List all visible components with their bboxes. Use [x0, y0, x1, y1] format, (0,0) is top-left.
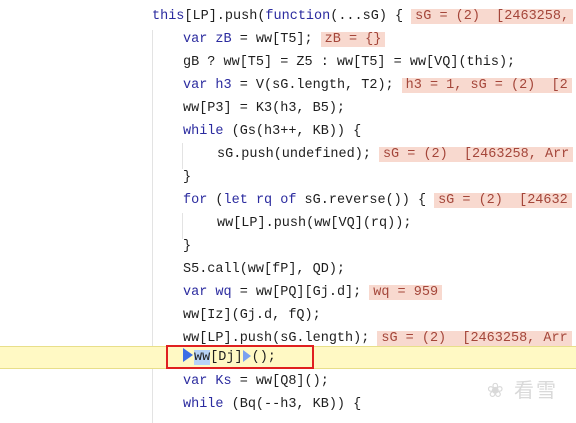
- code-text: = ww[Q8]();: [231, 374, 329, 389]
- code-line[interactable]: for (let rq of sG.reverse()) { sG = (2) […: [183, 189, 576, 212]
- inline-value: sG = (2) [2463258, Arr: [377, 331, 572, 346]
- code-text: = V(sG.length, T2);: [231, 78, 394, 93]
- keyword: let: [223, 193, 248, 208]
- code-text: sG.push(undefined);: [217, 147, 371, 162]
- inline-value: sG = (2) [2463258, Arr: [378, 147, 574, 162]
- code-text: (...sG) {: [330, 9, 404, 24]
- code-text: h3: [215, 78, 232, 93]
- code-text: this: [152, 9, 185, 24]
- code-editor[interactable]: this[LP].push(function(...sG) { sG = (2) …: [0, 0, 576, 423]
- inline-value: zB = {}: [320, 32, 386, 47]
- code-text: wq: [215, 285, 232, 300]
- inline-value: wq = 959: [369, 285, 443, 300]
- code-line[interactable]: var h3 = V(sG.length, T2); h3 = 1, sG = (…: [183, 74, 576, 97]
- inline-value: sG = (2) [24632: [434, 193, 572, 208]
- code-line[interactable]: var wq = ww[PQ][Gj.d]; wq = 959: [183, 281, 576, 304]
- code-line[interactable]: sG.push(undefined); sG = (2) [2463258, Ar…: [217, 143, 576, 166]
- keyword: var: [183, 78, 208, 93]
- watermark-text: 看雪: [514, 378, 558, 402]
- code-line[interactable]: }: [183, 166, 576, 189]
- code-line[interactable]: ww[P3] = K3(h3, B5);: [183, 97, 576, 120]
- inline-value: h3 = 1, sG = (2) [2: [401, 78, 572, 93]
- code-line[interactable]: this[LP].push(function(...sG) { sG = (2) …: [152, 5, 576, 28]
- code-text: [LP].push(: [184, 9, 266, 24]
- code-text: (: [207, 193, 224, 208]
- code-line[interactable]: ww[Iz](Gj.d, fQ);: [183, 304, 576, 327]
- keyword: while: [183, 124, 224, 139]
- code-line[interactable]: }: [183, 235, 576, 258]
- code-text: = ww[T5];: [231, 32, 313, 47]
- code-text: Ks: [215, 374, 232, 389]
- keyword: var: [183, 285, 208, 300]
- code-line[interactable]: ww[LP].push(ww[VQ](rq));: [217, 212, 576, 235]
- keyword: function: [265, 9, 331, 24]
- code-line[interactable]: gB ? ww[T5] = Z5 : ww[T5] = ww[VQ](this)…: [183, 51, 576, 74]
- inline-value: sG = (2) [2463258,: [411, 9, 574, 24]
- keyword: for: [183, 193, 208, 208]
- code-text: ww[LP].push(sG.length);: [183, 331, 370, 346]
- keyword: of: [280, 193, 297, 208]
- highlight-box: [166, 345, 314, 369]
- code-line[interactable]: S5.call(ww[fP], QD);: [183, 258, 576, 281]
- keyword: while: [183, 397, 224, 412]
- watermark: ❀ 看雪: [486, 378, 558, 402]
- code-text: sG.reverse()) {: [296, 193, 427, 208]
- code-text: zB: [215, 32, 232, 47]
- keyword: var: [183, 32, 208, 47]
- code-line[interactable]: var zB = ww[T5]; zB = {}: [183, 28, 576, 51]
- code-text: rq: [255, 193, 273, 208]
- keyword: var: [183, 374, 208, 389]
- code-text: (Gs(h3++, KB)) {: [223, 124, 362, 139]
- code-text: = ww[PQ][Gj.d];: [231, 285, 362, 300]
- code-text: (Bq(--h3, KB)) {: [223, 397, 362, 412]
- code-line[interactable]: while (Gs(h3++, KB)) {: [183, 120, 576, 143]
